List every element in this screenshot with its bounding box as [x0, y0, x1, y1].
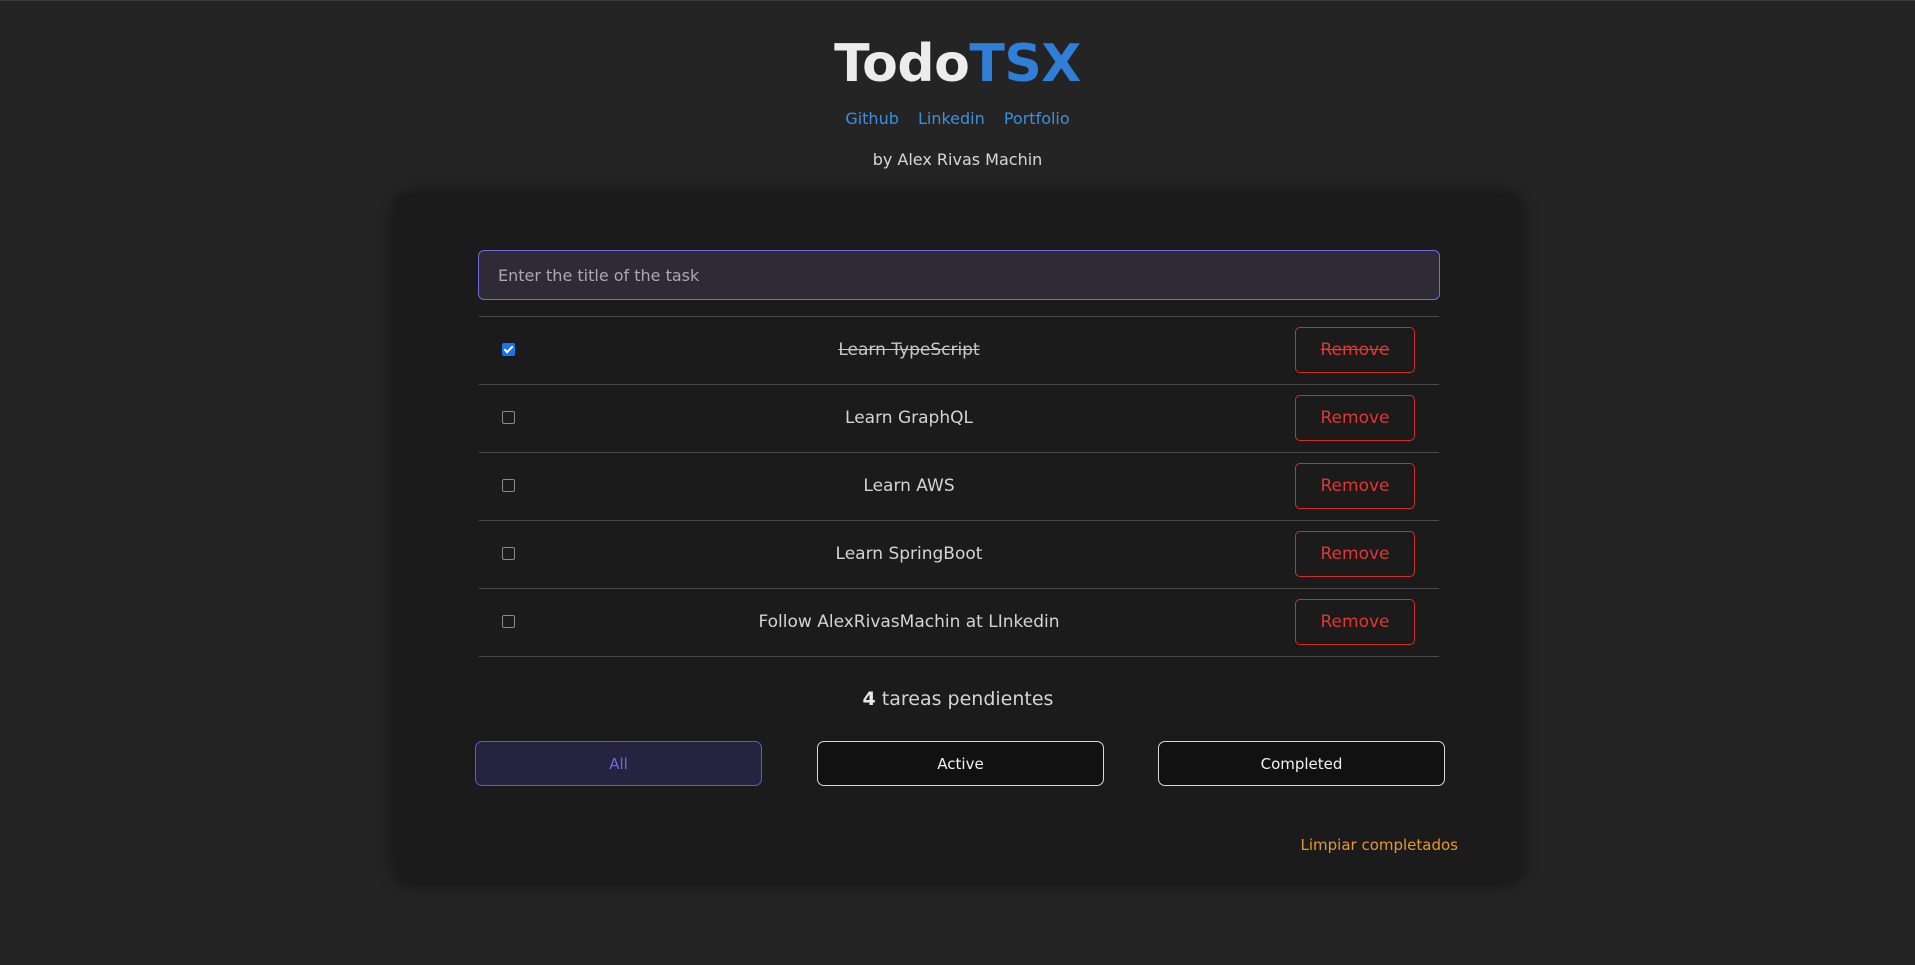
remove-task-button[interactable]: Remove — [1295, 327, 1415, 373]
app-title-tsx: TSX — [969, 34, 1081, 94]
task-list: Learn TypeScript Remove Learn GraphQL Re… — [479, 316, 1439, 657]
task-title: Follow AlexRivasMachin at LInkedin — [758, 612, 1060, 632]
linkedin-link[interactable]: Linkedin — [918, 109, 985, 128]
task-row: Learn AWS Remove — [479, 453, 1439, 521]
task-row: Learn SpringBoot Remove — [479, 521, 1439, 589]
task-row: Learn GraphQL Remove — [479, 385, 1439, 453]
github-link[interactable]: Github — [845, 109, 899, 128]
new-task-input[interactable] — [478, 250, 1440, 300]
task-row: Follow AlexRivasMachin at LInkedin Remov… — [479, 589, 1439, 657]
task-row: Learn TypeScript Remove — [479, 317, 1439, 385]
portfolio-link[interactable]: Portfolio — [1004, 109, 1070, 128]
social-links: Github Linkedin Portfolio — [0, 109, 1915, 129]
task-title: Learn TypeScript — [838, 340, 980, 360]
filter-completed-button[interactable]: Completed — [1158, 741, 1445, 786]
pending-text: tareas pendientes — [881, 688, 1054, 710]
remove-task-button[interactable]: Remove — [1295, 599, 1415, 645]
filter-active-button[interactable]: Active — [817, 741, 1104, 786]
pending-counter: 4 tareas pendientes — [394, 687, 1522, 711]
filter-all-button[interactable]: All — [475, 741, 762, 786]
task-title: Learn GraphQL — [845, 408, 973, 428]
remove-task-button[interactable]: Remove — [1295, 531, 1415, 577]
pending-count: 4 — [862, 688, 876, 710]
remove-task-button[interactable]: Remove — [1295, 463, 1415, 509]
author-byline: by Alex Rivas Machin — [872, 150, 1043, 169]
task-title: Learn SpringBoot — [835, 544, 983, 564]
app-title: TodoTSX — [0, 30, 1915, 98]
app-title-todo: Todo — [834, 34, 970, 94]
remove-task-button[interactable]: Remove — [1295, 395, 1415, 441]
todo-card: Learn TypeScript Remove Learn GraphQL Re… — [394, 194, 1522, 884]
window-top-border — [0, 0, 1915, 1]
clear-completed-link[interactable]: Limpiar completados — [1298, 835, 1459, 855]
task-title: Learn AWS — [863, 476, 955, 496]
